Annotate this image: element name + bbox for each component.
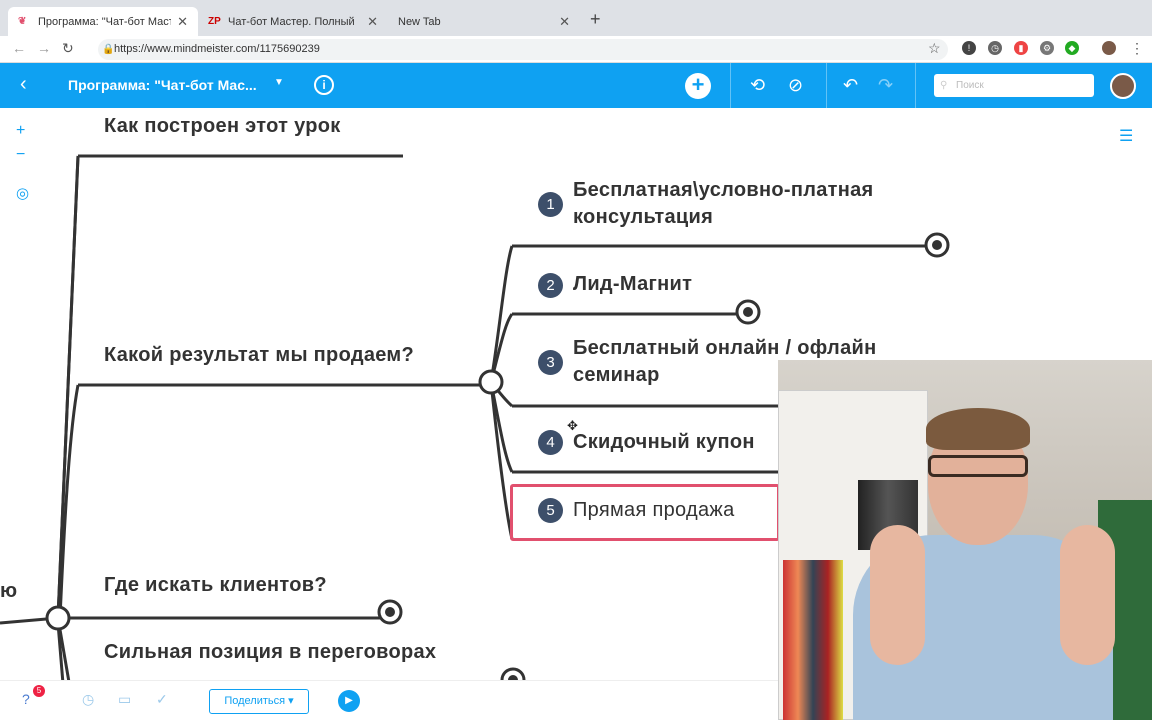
forward-icon[interactable]: → — [37, 40, 51, 56]
undo-icon[interactable]: ↶ — [843, 75, 858, 96]
number-badge: 5 — [538, 498, 563, 523]
app-toolbar: ‹ Программа: "Чат-бот Мас... ▼ i + ⟲ ⊘ ↶… — [0, 63, 1152, 108]
search-placeholder: Поиск — [956, 80, 984, 91]
info-icon[interactable]: i — [314, 75, 334, 95]
glasses — [928, 455, 1028, 477]
center-map-icon[interactable]: ◎ — [16, 184, 29, 202]
lock-icon: 🔒 — [102, 44, 115, 55]
divider — [730, 63, 731, 108]
present-icon[interactable]: ▭ — [118, 691, 131, 708]
person-hair — [926, 408, 1030, 450]
address-bar: ← → ↻ 🔒 https://www.mindmeister.com/1175… — [0, 36, 1152, 63]
tab-mindmeister[interactable]: ❦ Программа: "Чат-бот Мастер ✕ — [8, 7, 198, 36]
extension-icon[interactable]: ◷ — [988, 41, 1002, 55]
avatar[interactable] — [1110, 73, 1136, 99]
redo-icon[interactable]: ↷ — [878, 75, 893, 96]
zoom-out-icon[interactable]: − — [16, 146, 25, 164]
subtopic-label: Скидочный купон — [573, 431, 755, 453]
number-badge: 3 — [538, 350, 563, 375]
extension-icon[interactable]: ! — [962, 41, 976, 55]
tab-title: Программа: "Чат-бот Мастер — [38, 15, 171, 28]
new-tab-icon[interactable]: + — [590, 9, 601, 30]
disable-icon[interactable]: ⊘ — [788, 75, 803, 96]
check-icon[interactable]: ✓ — [156, 691, 168, 708]
number-badge: 2 — [538, 273, 563, 298]
menu-icon[interactable]: ☰ — [1119, 126, 1133, 146]
bottom-toolbar: ? 5 ◷ ▭ ✓ Поделиться ▾ ▶ — [0, 680, 780, 720]
extension-icon[interactable]: ▮ — [1014, 41, 1028, 55]
back-icon[interactable]: ← — [12, 40, 26, 56]
connect-icon[interactable]: ⟲ — [750, 75, 765, 96]
help-icon[interactable]: ? — [22, 691, 30, 707]
add-topic-button[interactable]: + — [685, 73, 711, 99]
number-badge: 1 — [538, 192, 563, 217]
reload-icon[interactable]: ↻ — [62, 40, 74, 57]
topic-position[interactable]: Сильная позиция в переговорах — [104, 639, 436, 666]
hand — [1060, 525, 1115, 665]
topic-clients[interactable]: Где искать клиентов? — [104, 572, 327, 599]
star-icon[interactable]: ☆ — [928, 40, 941, 57]
topic-result[interactable]: Какой результат мы продаем? — [104, 342, 414, 369]
topic-lesson[interactable]: Как построен этот урок — [104, 113, 341, 140]
tab-zp[interactable]: ZP Чат-бот Мастер. Полный ✕ — [198, 7, 388, 36]
history-icon[interactable]: ◷ — [82, 691, 94, 708]
extension-icon[interactable]: ⚙ — [1040, 41, 1054, 55]
close-icon[interactable]: ✕ — [367, 14, 378, 30]
chevron-down-icon[interactable]: ▼ — [274, 77, 284, 88]
back-chevron-icon[interactable]: ‹ — [20, 73, 27, 96]
topic-cut-off[interactable]: ю — [0, 578, 17, 605]
search-icon: ⚲ — [940, 80, 948, 91]
map-title[interactable]: Программа: "Чат-бот Мас... — [68, 77, 257, 93]
divider — [826, 63, 827, 108]
evernote-icon[interactable]: ◆ — [1065, 41, 1079, 55]
tab-new[interactable]: New Tab ✕ — [388, 7, 580, 36]
subtopic-label: Бесплатная\условно-платная — [573, 179, 874, 201]
move-cursor-icon: ✥ — [567, 418, 578, 433]
url-field[interactable]: 🔒 https://www.mindmeister.com/1175690239 — [98, 39, 948, 60]
tab-title: Чат-бот Мастер. Полный — [228, 15, 355, 28]
play-icon[interactable]: ▶ — [338, 690, 360, 712]
profile-avatar[interactable] — [1102, 41, 1116, 55]
search-input[interactable]: ⚲ Поиск — [934, 74, 1094, 97]
tab-title: New Tab — [398, 15, 441, 28]
divider — [915, 63, 916, 108]
zp-icon: ZP — [208, 16, 221, 27]
share-button[interactable]: Поделиться ▾ — [209, 689, 309, 714]
hand — [870, 525, 925, 665]
books — [783, 560, 843, 720]
subtopic-label: семинар — [573, 364, 660, 386]
notification-badge: 5 — [33, 685, 45, 697]
browser-tab-bar: ❦ Программа: "Чат-бот Мастер ✕ ZP Чат-бо… — [0, 0, 1152, 36]
more-icon[interactable]: ⋮ — [1130, 40, 1144, 57]
webcam-video — [778, 360, 1152, 720]
subtopic-label: Бесплатный онлайн / офлайн — [573, 337, 877, 359]
subtopic-label: консультация — [573, 206, 714, 228]
subtopic-label: Прямая продажа — [573, 499, 735, 521]
subtopic-label: Лид-Магнит — [573, 273, 693, 295]
zoom-in-icon[interactable]: + — [16, 122, 25, 140]
close-icon[interactable]: ✕ — [559, 14, 570, 30]
number-badge: 4 — [538, 430, 563, 455]
mindmeister-icon: ❦ — [18, 16, 27, 27]
close-icon[interactable]: ✕ — [177, 14, 188, 30]
url-text: https://www.mindmeister.com/1175690239 — [114, 43, 320, 55]
